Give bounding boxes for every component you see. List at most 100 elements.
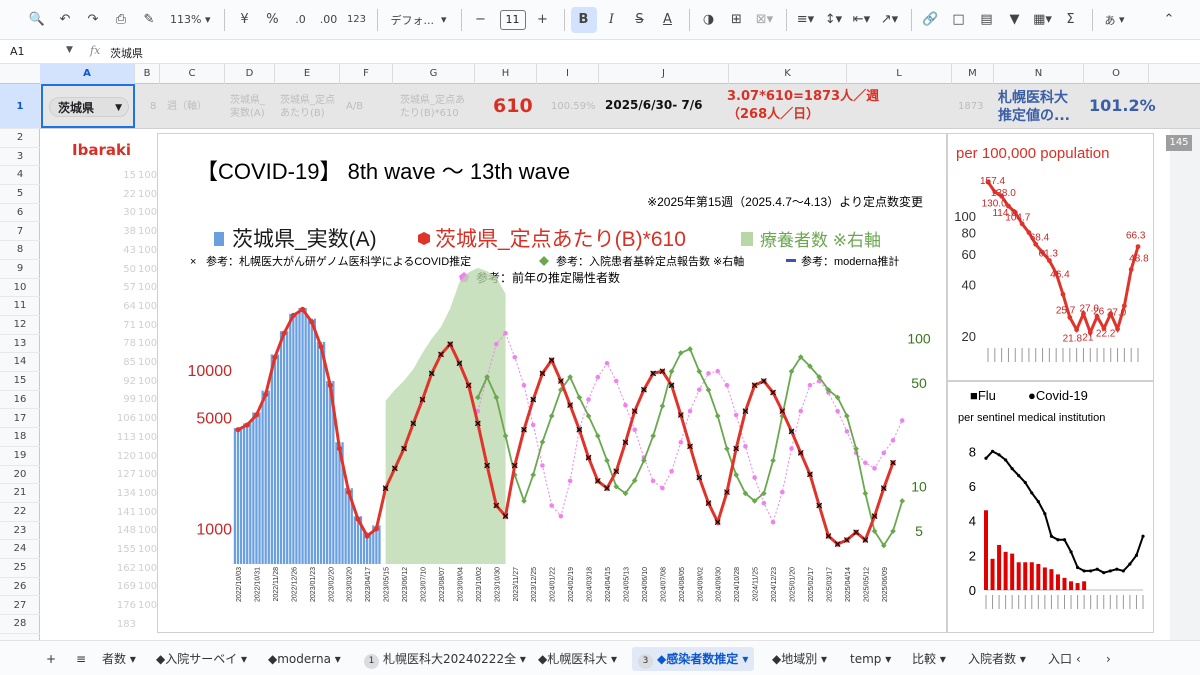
cell-b-value[interactable]: 71 <box>116 320 136 331</box>
cell-b-value[interactable]: 148 <box>116 525 136 536</box>
cell-c-value[interactable]: 100 <box>138 264 157 275</box>
column-header-j[interactable]: J <box>599 64 729 84</box>
vertical-scrollbar[interactable] <box>1170 129 1200 640</box>
name-box[interactable]: A1 <box>10 45 25 58</box>
align-icon[interactable]: ≡▾ <box>793 7 819 33</box>
column-header-k[interactable]: K <box>729 64 847 84</box>
zoom-select[interactable]: 113% ▾ <box>164 7 216 33</box>
sheet-tab[interactable]: ◆moderna ▾ <box>262 647 347 671</box>
cell-c-value[interactable]: 100 <box>138 189 157 200</box>
row-header-23[interactable]: 23 <box>0 522 40 541</box>
cell-b-value[interactable]: 134 <box>116 488 136 499</box>
column-header-c[interactable]: C <box>160 64 225 84</box>
row-header-25[interactable]: 25 <box>0 559 40 578</box>
column-header-i[interactable]: I <box>537 64 599 84</box>
functions-button[interactable]: Σ <box>1058 7 1084 33</box>
cell-h1[interactable]: 610 <box>493 95 533 117</box>
font-family-select[interactable]: デフォ... ▾ <box>384 7 452 33</box>
cell-b-value[interactable]: 15 <box>116 170 136 181</box>
column-header-e[interactable]: E <box>275 64 340 84</box>
sheet-tab[interactable]: 3 ◆感染者数推定 ▾ <box>632 647 755 671</box>
cell-c1[interactable]: 週（軸） <box>167 100 207 113</box>
cell-b-value[interactable]: 99 <box>116 394 136 405</box>
cell-f1[interactable]: A/B <box>346 100 363 113</box>
cell-m1[interactable]: 1873 <box>958 100 983 113</box>
font-size-increase-button[interactable]: + <box>530 7 556 33</box>
sheet-tab[interactable]: 比較 ▾ <box>906 647 952 671</box>
cell-c-value[interactable]: 100 <box>138 245 157 256</box>
bold-button[interactable]: B <box>570 6 597 33</box>
row-header-14[interactable]: 14 <box>0 353 40 373</box>
cell-k1-line2[interactable]: （268人／日） <box>727 106 819 123</box>
row-header-22[interactable]: 22 <box>0 503 40 522</box>
cell-c-value[interactable]: 100 <box>138 170 157 181</box>
cell-k1-line1[interactable]: 3.07*610=1873人／週 <box>727 88 879 105</box>
column-header-h[interactable]: H <box>475 64 537 84</box>
sheet-tab[interactable]: 1 札幌医科大20240222全 ▾ <box>358 647 532 671</box>
sheet-tab[interactable]: 入院者数 ▾ <box>962 647 1032 671</box>
decrease-decimal-button[interactable]: .0 <box>287 7 313 33</box>
row-header-17[interactable]: 17 <box>0 410 40 429</box>
column-header-b[interactable]: B <box>135 64 160 84</box>
prefecture-dropdown-chip[interactable]: 茨城県 ▼ <box>49 97 129 117</box>
cell-c-value[interactable]: 100 <box>138 544 157 555</box>
cell-c-value[interactable]: 100 <box>138 451 157 462</box>
row-header-18[interactable]: 18 <box>0 428 40 447</box>
cell-c-value[interactable]: 100 <box>138 357 157 368</box>
insert-link-icon[interactable]: 🔗 <box>918 7 944 33</box>
sheet-tab[interactable]: ≡ <box>70 647 92 671</box>
cell-j1[interactable]: 2025/6/30- 7/6 <box>605 99 702 112</box>
column-header-g[interactable]: G <box>393 64 475 84</box>
row-header-13[interactable]: 13 <box>0 335 40 354</box>
font-size-decrease-button[interactable]: − <box>468 7 494 33</box>
row-header-4[interactable]: 4 <box>0 166 40 186</box>
input-tools-select[interactable]: あ ▾ <box>1099 7 1131 33</box>
sheet-tab[interactable]: › <box>1100 647 1117 671</box>
cell-o1[interactable]: 101.2% <box>1089 97 1156 115</box>
cell-b1[interactable]: 8 <box>150 100 156 113</box>
cell-g1-line1[interactable]: 茨城県_定点あ <box>400 94 465 107</box>
cell-c-value[interactable]: 100 <box>138 469 157 480</box>
cell-b-value[interactable]: 141 <box>116 507 136 518</box>
row-header-15[interactable]: 15 <box>0 372 40 391</box>
cell-b-value[interactable]: 64 <box>116 301 136 312</box>
row-header-2[interactable]: 2 <box>0 129 40 148</box>
row-header-20[interactable]: 20 <box>0 466 40 485</box>
row-header-16[interactable]: 16 <box>0 391 40 410</box>
cell-b-value[interactable]: 85 <box>116 357 136 368</box>
filter-icon[interactable]: ▼ <box>1002 7 1028 33</box>
collapse-toolbar-icon[interactable]: ⌃ <box>1156 7 1182 33</box>
cell-b-value[interactable]: 120 <box>116 451 136 462</box>
cell-c-value[interactable]: 100 <box>138 600 157 611</box>
sheet-tab[interactable]: 者数 ▾ <box>96 647 142 671</box>
insert-comment-icon[interactable]: □ <box>946 7 972 33</box>
cell-d1-line1[interactable]: 茨城県_ <box>230 94 265 107</box>
cell-b-value[interactable]: 106 <box>116 413 136 424</box>
cell-c-value[interactable]: 100 <box>138 226 157 237</box>
cell-b-value[interactable]: 57 <box>116 282 136 293</box>
row-header-21[interactable]: 21 <box>0 484 40 503</box>
percent-format-button[interactable]: % <box>259 7 285 33</box>
cell-c-value[interactable]: 100 <box>138 320 157 331</box>
cell-c-value[interactable]: 100 <box>138 432 157 443</box>
paint-format-icon[interactable]: ✎ <box>136 7 162 33</box>
redo-icon[interactable]: ↷ <box>80 7 106 33</box>
text-color-button[interactable]: A <box>655 7 681 33</box>
undo-icon[interactable]: ↶ <box>52 7 78 33</box>
cell-b-value[interactable]: 176 <box>116 600 136 611</box>
cell-b-value[interactable]: 92 <box>116 376 136 387</box>
cell-b-value[interactable]: 155 <box>116 544 136 555</box>
cell-b-value[interactable]: 78 <box>116 338 136 349</box>
sheet-tab[interactable]: ◆札幌医科大 ▾ <box>532 647 623 671</box>
cell-c-value[interactable]: 100 <box>138 488 157 499</box>
sheet-tab[interactable]: ‹ <box>1070 647 1087 671</box>
cell-c-value[interactable]: 100 <box>138 376 157 387</box>
sheet-tab[interactable]: temp ▾ <box>844 647 897 671</box>
cell-b-value[interactable]: 22 <box>116 189 136 200</box>
cell-c-value[interactable]: 100 <box>138 563 157 574</box>
cell-b-value[interactable]: 162 <box>116 563 136 574</box>
column-header-o[interactable]: O <box>1084 64 1149 84</box>
cell-b-value[interactable]: 183 <box>116 619 136 630</box>
formula-input[interactable]: 茨城県 <box>110 45 143 61</box>
row-header-3[interactable]: 3 <box>0 148 40 167</box>
